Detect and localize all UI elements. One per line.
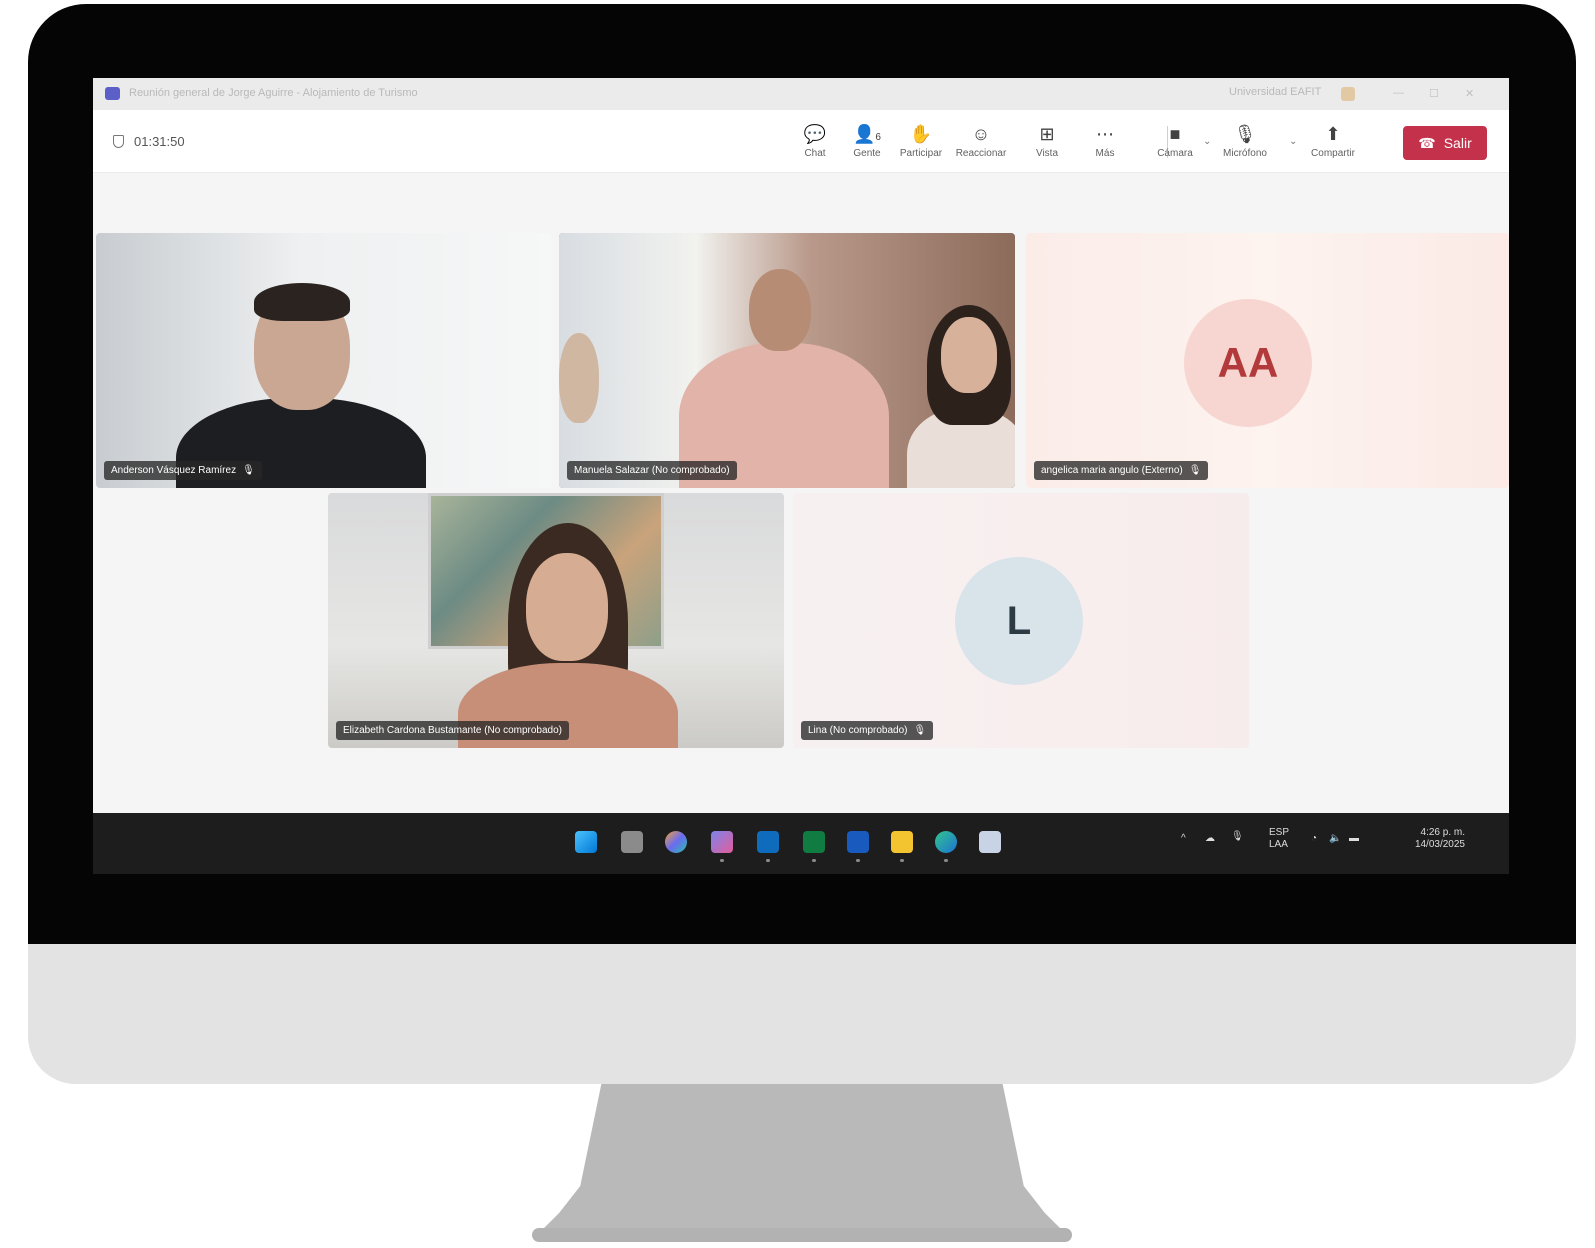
emoji-icon: ☺ [971, 124, 991, 144]
more-button[interactable]: ⋯ Más [1077, 122, 1133, 159]
outlook-icon[interactable] [757, 831, 779, 853]
person-face [559, 333, 599, 423]
participant-tile[interactable]: Manuela Salazar (No comprobado) [559, 233, 1015, 488]
participant-name-tag: Lina (No comprobado) 🎙 [801, 721, 934, 740]
participant-tile[interactable]: L Lina (No comprobado) 🎙 [793, 493, 1249, 748]
participant-tile[interactable]: Anderson Vásquez Ramírez 🎙 [96, 233, 551, 488]
shield-icon [113, 135, 124, 148]
raise-hand-icon: ✋ [909, 124, 933, 144]
close-icon[interactable]: ✕ [1465, 87, 1474, 100]
chat-icon: 💬 [803, 124, 827, 144]
org-name[interactable]: Universidad EAFIT [1229, 86, 1321, 98]
running-indicator [766, 859, 770, 862]
snipping-tool-icon[interactable] [979, 831, 1001, 853]
people-button[interactable]: 👤6 Gente [839, 122, 895, 159]
chevron-up-icon[interactable]: ^ [1181, 833, 1186, 845]
copilot-icon[interactable] [665, 831, 687, 853]
account-avatar[interactable] [1341, 87, 1355, 101]
raise-hand-button[interactable]: ✋ Participar [893, 122, 949, 159]
people-icon: 👤6 [853, 124, 881, 144]
participant-avatar: AA [1184, 299, 1312, 427]
file-explorer-icon[interactable] [891, 831, 913, 853]
video-gallery: Anderson Vásquez Ramírez 🎙 Manuela Salaz… [93, 173, 1509, 813]
wifi-icon[interactable]: ◔ [1311, 833, 1317, 845]
more-icon: ⋯ [1096, 124, 1114, 144]
input-language[interactable]: ESP LAA [1269, 827, 1289, 851]
mic-muted-icon: 🎙 [1188, 465, 1202, 476]
person-face [526, 553, 608, 661]
window-title: Reunión general de Jorge Aguirre - Aloja… [129, 87, 418, 99]
participant-tile[interactable]: Elizabeth Cardona Bustamante (No comprob… [328, 493, 784, 748]
edge-icon[interactable] [935, 831, 957, 853]
volume-icon[interactable]: 🔈 [1329, 833, 1341, 845]
system-clock[interactable]: 4:26 p. m. 14/03/2025 [1389, 827, 1465, 851]
camera-icon: ■ [1169, 124, 1181, 144]
teams-icon[interactable] [711, 831, 733, 853]
excel-icon[interactable] [803, 831, 825, 853]
teams-logo-icon [105, 87, 120, 100]
chat-button[interactable]: 💬 Chat [787, 122, 843, 159]
monitor-stand [538, 1084, 1066, 1234]
camera-options-chevron-icon[interactable]: ⌄ [1203, 136, 1211, 147]
camera-button[interactable]: ■ Cámara [1147, 122, 1203, 159]
person-hair [254, 283, 350, 321]
mic-muted-icon: 🎙 [242, 465, 255, 476]
microphone-options-chevron-icon[interactable]: ⌄ [1289, 136, 1297, 147]
minimize-icon[interactable]: — [1393, 87, 1404, 99]
screen: Reunión general de Jorge Aguirre - Aloja… [93, 78, 1509, 874]
participant-tile[interactable]: AA angelica maria angulo (Externo) 🎙 [1026, 233, 1509, 488]
share-icon: ⬆ [1325, 124, 1341, 144]
share-button[interactable]: ⬆ Compartir [1305, 122, 1361, 159]
mic-in-use-icon[interactable]: 🎙 [1231, 831, 1244, 843]
grid-view-icon: ⊞ [1039, 124, 1055, 144]
maximize-icon[interactable]: ☐ [1429, 87, 1439, 100]
person-face [941, 317, 997, 393]
monitor-base [532, 1228, 1072, 1242]
meeting-toolbar: 01:31:50 💬 Chat 👤6 Gente ✋ Participar ☺ … [93, 110, 1509, 173]
running-indicator [944, 859, 948, 862]
microphone-button[interactable]: 🎙 Micrófono [1217, 122, 1273, 159]
participant-name-tag: Elizabeth Cardona Bustamante (No comprob… [336, 721, 570, 740]
running-indicator [720, 859, 724, 862]
start-icon[interactable] [575, 831, 597, 853]
mic-muted-icon: 🎙 [913, 725, 927, 736]
word-icon[interactable] [847, 831, 869, 853]
running-indicator [856, 859, 860, 862]
participant-name-tag: Anderson Vásquez Ramírez 🎙 [104, 461, 262, 480]
running-indicator [900, 859, 904, 862]
hang-up-icon: ☎ [1418, 134, 1436, 151]
os-taskbar: ^ ☁ 🎙 ESP LAA ◔ 🔈 ▬ 4:26 p. m. 14/03/202… [93, 813, 1509, 874]
window-titlebar: Reunión general de Jorge Aguirre - Aloja… [93, 78, 1509, 110]
running-indicator [812, 859, 816, 862]
onedrive-icon[interactable]: ☁ [1205, 833, 1215, 845]
react-button[interactable]: ☺ Reaccionar [953, 122, 1009, 159]
view-button[interactable]: ⊞ Vista [1019, 122, 1075, 159]
search-icon[interactable] [621, 831, 643, 853]
participant-name-tag: Manuela Salazar (No comprobado) [567, 461, 737, 480]
person-face [749, 269, 811, 351]
participant-name-tag: angelica maria angulo (Externo) 🎙 [1034, 461, 1209, 480]
battery-icon[interactable]: ▬ [1349, 833, 1359, 845]
leave-button[interactable]: ☎ Salir [1403, 126, 1487, 160]
monitor-chin [28, 944, 1576, 1084]
mic-off-icon: 🎙 [1233, 124, 1257, 144]
participant-avatar: L [955, 557, 1083, 685]
timer-text: 01:31:50 [134, 134, 185, 149]
meeting-timer: 01:31:50 [113, 134, 185, 149]
